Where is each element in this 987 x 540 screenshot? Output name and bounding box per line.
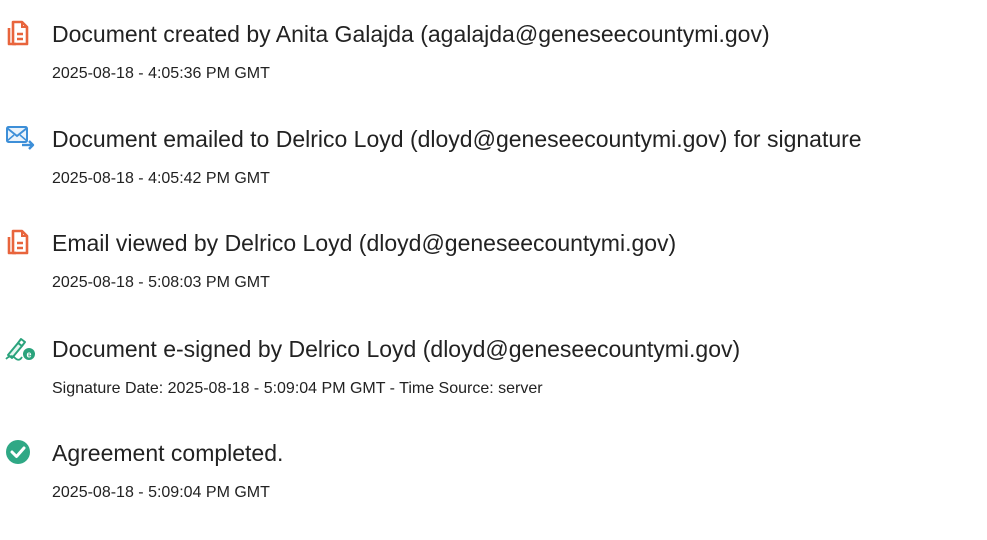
event-title: Document emailed to Delrico Loyd (dloyd@… [52, 126, 862, 152]
event-title: Agreement completed. [52, 440, 284, 466]
event-title: Document e-signed by Delrico Loyd (dloyd… [52, 336, 741, 362]
email-sent-icon [2, 123, 38, 153]
history-event-completed: Agreement completed. 2025-08-18 - 5:09:0… [0, 437, 987, 517]
event-timestamp: 2025-08-18 - 5:09:04 PM GMT [52, 484, 270, 501]
history-event-created: Document created by Anita Galajda (agala… [0, 18, 987, 98]
e-sign-icon: e [2, 333, 38, 363]
email-viewed-icon [2, 227, 38, 257]
audit-history: Document created by Anita Galajda (agala… [0, 0, 987, 540]
event-timestamp: 2025-08-18 - 4:05:42 PM GMT [52, 170, 270, 187]
history-event-signed: e Document e-signed by Delrico Loyd (dlo… [0, 333, 987, 413]
event-title: Document created by Anita Galajda (agala… [52, 21, 770, 47]
event-signature-detail: Signature Date: 2025-08-18 - 5:09:04 PM … [52, 380, 543, 397]
history-event-viewed: Email viewed by Delrico Loyd (dloyd@gene… [0, 227, 987, 307]
event-title: Email viewed by Delrico Loyd (dloyd@gene… [52, 230, 677, 256]
document-created-icon [2, 18, 38, 48]
check-circle-icon [2, 437, 38, 467]
event-timestamp: 2025-08-18 - 4:05:36 PM GMT [52, 65, 270, 82]
svg-text:e: e [26, 350, 31, 360]
event-timestamp: 2025-08-18 - 5:08:03 PM GMT [52, 274, 270, 291]
history-event-emailed: Document emailed to Delrico Loyd (dloyd@… [0, 123, 987, 203]
